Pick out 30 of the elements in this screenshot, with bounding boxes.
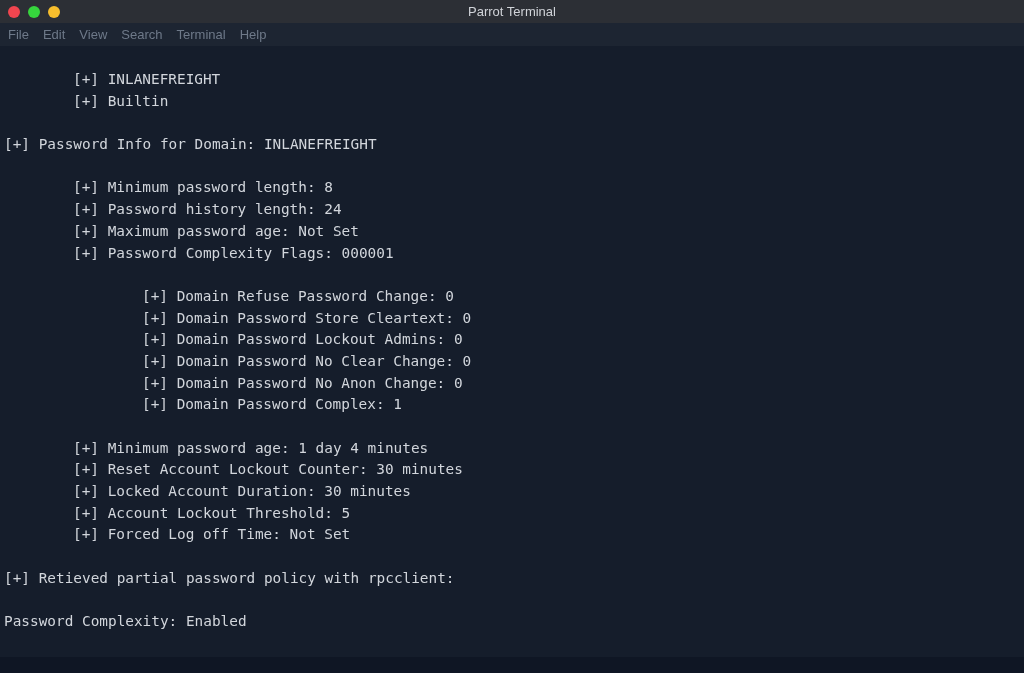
menu-item[interactable]: Help [239, 24, 267, 45]
terminal-line: [+] Account Lockout Threshold: 5 [73, 503, 351, 523]
terminal-line: [+] Locked Account Duration: 30 minutes [73, 482, 411, 502]
terminal-line: [+] Domain Password No Clear Change: 0 [142, 351, 472, 371]
terminal-line: [+] Retieved partial password policy with rpcclient: [4, 568, 455, 588]
menu-item[interactable]: Terminal [176, 24, 226, 45]
terminal-line: [+] Builtin [73, 91, 169, 111]
window-title: Parrot Terminal [468, 2, 556, 21]
terminal-line: [+] Minimum password age: 1 day 4 minutes [73, 438, 429, 458]
terminal-line: [+] Domain Password Lockout Admins: 0 [142, 330, 463, 350]
terminal-line: [+] Minimum password length: 8 [73, 178, 333, 198]
close-button[interactable] [8, 5, 20, 18]
terminal-line: [+] Domain Password Complex: 1 [142, 395, 402, 415]
maximize-button[interactable] [28, 5, 40, 18]
terminal-line: [+] Reset Account Lockout Counter: 30 minutes [73, 460, 463, 480]
terminal-line: [+] INLANEFREIGHT [73, 70, 221, 89]
menu-item[interactable]: Search [121, 24, 163, 45]
terminal-line: [+] Domain Password No Anon Change: 0 [142, 373, 463, 393]
terminal-line: [+] Password history length: 24 [73, 200, 342, 220]
terminal-line: [+] Password Info for Domain: INLANEFREIGHT [4, 135, 377, 155]
terminal-line: Password Complexity: Enabled [4, 612, 247, 632]
terminal-line: [+] Domain Refuse Password Change: 0 [142, 286, 454, 306]
terminal-line: [+] Maximum password age: Not Set [73, 221, 359, 241]
terminal-line: [+] Password Complexity Flags: 000001 [73, 243, 394, 263]
terminal-line: [+] Domain Password Store Cleartext: 0 [142, 308, 472, 328]
menu-item[interactable]: View [79, 24, 108, 45]
menu-item[interactable]: Edit [42, 24, 66, 45]
minimize-button[interactable] [48, 5, 60, 18]
menu-item[interactable]: File [8, 24, 29, 45]
terminal-line: [+] Forced Log off Time: Not Set [73, 525, 351, 545]
